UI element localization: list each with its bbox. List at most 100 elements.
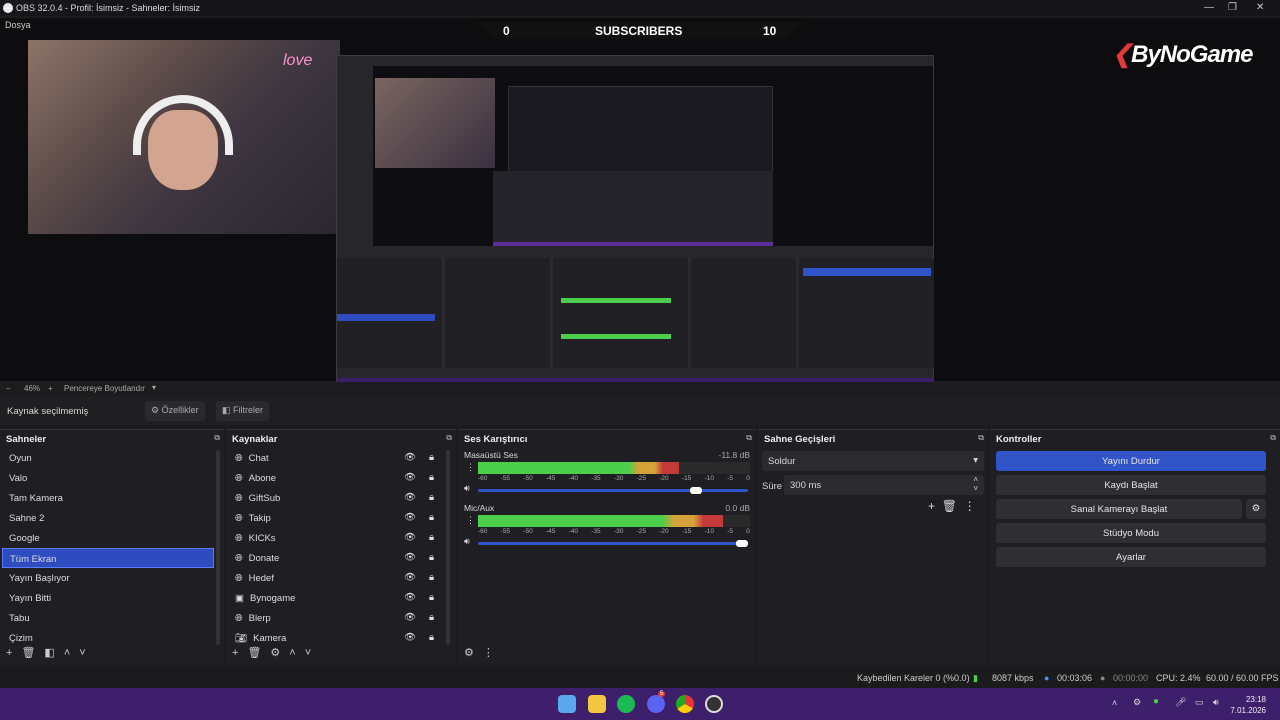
source-item[interactable]: 🌐︎ Hedef 👁︎ 🔒︎ bbox=[228, 568, 444, 588]
chrome-icon[interactable] bbox=[676, 695, 694, 713]
scene-item[interactable]: Tabu bbox=[2, 608, 214, 628]
source-item[interactable]: 🌐︎ KICKs 👁︎ 🔒︎ bbox=[228, 528, 444, 548]
add-icon[interactable]: + bbox=[6, 647, 12, 659]
speaker-icon[interactable]: 🔊︎ bbox=[464, 536, 470, 547]
gear-icon[interactable]: ⚙ bbox=[270, 647, 280, 659]
maximize-icon[interactable]: ❐ bbox=[1228, 2, 1237, 13]
gear-icon[interactable]: ⋮ bbox=[466, 462, 475, 473]
slider-knob[interactable] bbox=[689, 487, 702, 494]
source-item[interactable]: 🌐︎ Chat 👁︎ 🔒︎ bbox=[228, 448, 444, 468]
chevron-down-icon[interactable]: ˅ bbox=[305, 647, 311, 659]
volume-slider[interactable] bbox=[478, 540, 748, 547]
chevron-down-icon[interactable]: ▾ bbox=[152, 383, 156, 392]
source-item[interactable]: 🌐︎ Blerp 👁︎ 🔒︎ bbox=[228, 608, 444, 628]
preview-canvas[interactable]: 0 SUBSCRIBERS 10 Dosya ❮ByNoGame love bbox=[0, 18, 1280, 396]
scene-item[interactable]: Google bbox=[2, 528, 214, 548]
undock-icon[interactable]: ⧉ bbox=[1270, 433, 1276, 443]
start-virtualcam-button[interactable]: Sanal Kamerayı Başlat bbox=[996, 499, 1242, 519]
windows-start-icon[interactable] bbox=[558, 695, 576, 713]
zoom-out-button[interactable]: − bbox=[6, 384, 11, 393]
duration-input[interactable]: 300 ms ˄ ˅ bbox=[784, 475, 984, 495]
source-item[interactable]: 🌐︎ Takip 👁︎ 🔒︎ bbox=[228, 508, 444, 528]
trash-icon[interactable]: 🗑 bbox=[942, 499, 957, 513]
add-icon[interactable]: + bbox=[232, 647, 238, 659]
eye-icon[interactable]: 👁︎ bbox=[404, 472, 416, 483]
clock[interactable]: 23:18 7.01.2026 bbox=[1230, 694, 1266, 716]
lock-icon[interactable]: 🔒︎ bbox=[429, 472, 434, 483]
tray-app-icon[interactable]: ● bbox=[1153, 696, 1159, 707]
more-icon[interactable]: ⋮ bbox=[964, 499, 976, 513]
fit-window-label[interactable]: Pencereye Boyutlandır bbox=[64, 384, 145, 393]
trash-icon[interactable]: 🗑 bbox=[247, 647, 261, 659]
eye-icon[interactable]: 👁︎ bbox=[404, 612, 416, 623]
speaker-icon[interactable]: 🔊︎ bbox=[464, 483, 470, 494]
eye-icon[interactable]: 👁︎ bbox=[404, 632, 416, 643]
zoom-in-button[interactable]: + bbox=[48, 384, 53, 393]
studio-mode-button[interactable]: Stüdyo Modu bbox=[996, 523, 1266, 543]
gear-icon[interactable]: ⋮ bbox=[466, 515, 475, 526]
lock-icon[interactable]: 🔒︎ bbox=[429, 612, 434, 623]
discord-icon[interactable]: 5 bbox=[647, 691, 666, 713]
lock-icon[interactable]: 🔒︎ bbox=[429, 452, 434, 463]
undock-icon[interactable]: ⧉ bbox=[214, 433, 220, 443]
steam-icon[interactable]: ⚙ bbox=[1133, 697, 1141, 708]
source-item[interactable]: 🌐︎ GiftSub 👁︎ 🔒︎ bbox=[228, 488, 444, 508]
scene-item[interactable]: Yayın Bitti bbox=[2, 588, 214, 608]
lock-icon[interactable]: 🔒︎ bbox=[429, 632, 434, 643]
scrollbar[interactable] bbox=[216, 450, 220, 645]
start-recording-button[interactable]: Kaydı Başlat bbox=[996, 475, 1266, 495]
minimize-icon[interactable]: — bbox=[1204, 2, 1214, 13]
lock-icon[interactable]: 🔒︎ bbox=[429, 572, 434, 583]
trash-icon[interactable]: 🗑 bbox=[21, 647, 35, 659]
tray-chevron-icon[interactable]: ˄ bbox=[1112, 698, 1117, 708]
close-icon[interactable]: ✕ bbox=[1256, 2, 1264, 13]
virtualcam-settings-icon[interactable]: ⚙ bbox=[1246, 499, 1266, 519]
stop-stream-button[interactable]: Yayını Durdur bbox=[996, 451, 1266, 471]
lock-icon[interactable]: 🔒︎ bbox=[429, 532, 434, 543]
eye-icon[interactable]: 👁︎ bbox=[404, 492, 416, 503]
eye-icon[interactable]: 👁︎ bbox=[404, 532, 416, 543]
volume-slider[interactable] bbox=[478, 487, 748, 494]
spotify-icon[interactable] bbox=[617, 695, 635, 713]
network-icon[interactable]: ▭ bbox=[1195, 697, 1204, 708]
scrollbar[interactable] bbox=[446, 450, 450, 645]
transition-select[interactable]: Soldur ▾ bbox=[762, 451, 984, 471]
eye-icon[interactable]: 👁︎ bbox=[404, 452, 416, 463]
chevron-up-icon[interactable]: ˄ bbox=[64, 647, 70, 659]
lock-icon[interactable]: 🔒︎ bbox=[429, 592, 434, 603]
volume-icon[interactable]: 🔊︎ bbox=[1213, 697, 1219, 708]
undock-icon[interactable]: ⧉ bbox=[446, 433, 452, 443]
scene-item[interactable]: Tam Kamera bbox=[2, 488, 214, 508]
scene-item[interactable]: Yayın Başlıyor bbox=[2, 568, 214, 588]
scene-item[interactable]: Çizim bbox=[2, 628, 214, 648]
eye-icon[interactable]: 👁︎ bbox=[404, 512, 416, 523]
undock-icon[interactable]: ⧉ bbox=[746, 433, 752, 443]
filter-icon[interactable]: ◧ bbox=[44, 647, 54, 659]
more-icon[interactable]: ⋮ bbox=[483, 647, 494, 659]
chevron-down-icon[interactable]: ˅ bbox=[79, 647, 85, 659]
mixer-settings-icon[interactable]: ⚙ bbox=[464, 647, 474, 659]
eye-icon[interactable]: 👁︎ bbox=[404, 552, 416, 563]
obs-taskbar-icon[interactable] bbox=[705, 695, 723, 713]
slider-knob[interactable] bbox=[736, 540, 748, 547]
stepper-icon[interactable]: ˄ ˅ bbox=[973, 475, 978, 493]
chevron-up-icon[interactable]: ˄ bbox=[289, 647, 295, 659]
file-explorer-icon[interactable] bbox=[588, 695, 606, 713]
lock-icon[interactable]: 🔒︎ bbox=[429, 492, 434, 503]
source-item[interactable]: 📷︎ Kamera 👁︎ 🔒︎ bbox=[228, 628, 444, 648]
source-item[interactable]: 🌐︎ Abone 👁︎ 🔒︎ bbox=[228, 468, 444, 488]
source-item[interactable]: 🌐︎ Donate 👁︎ 🔒︎ bbox=[228, 548, 444, 568]
scene-item[interactable]: Sahne 2 bbox=[2, 508, 214, 528]
source-item[interactable]: ▣ Bynogame 👁︎ 🔒︎ bbox=[228, 588, 444, 608]
eye-icon[interactable]: 👁︎ bbox=[404, 572, 416, 583]
eye-icon[interactable]: 👁︎ bbox=[404, 592, 416, 603]
settings-button[interactable]: Ayarlar bbox=[996, 547, 1266, 567]
add-icon[interactable]: + bbox=[928, 499, 935, 513]
mic-icon[interactable]: 🎤︎ bbox=[1175, 697, 1186, 708]
scene-item[interactable]: Valo bbox=[2, 468, 214, 488]
lock-icon[interactable]: 🔒︎ bbox=[429, 552, 434, 563]
scene-item[interactable]: Oyun bbox=[2, 448, 214, 468]
undock-icon[interactable]: ⧉ bbox=[978, 433, 984, 443]
filters-button[interactable]: ◧ Filtreler bbox=[216, 401, 270, 421]
scene-item[interactable]: Tüm Ekran bbox=[2, 548, 214, 568]
